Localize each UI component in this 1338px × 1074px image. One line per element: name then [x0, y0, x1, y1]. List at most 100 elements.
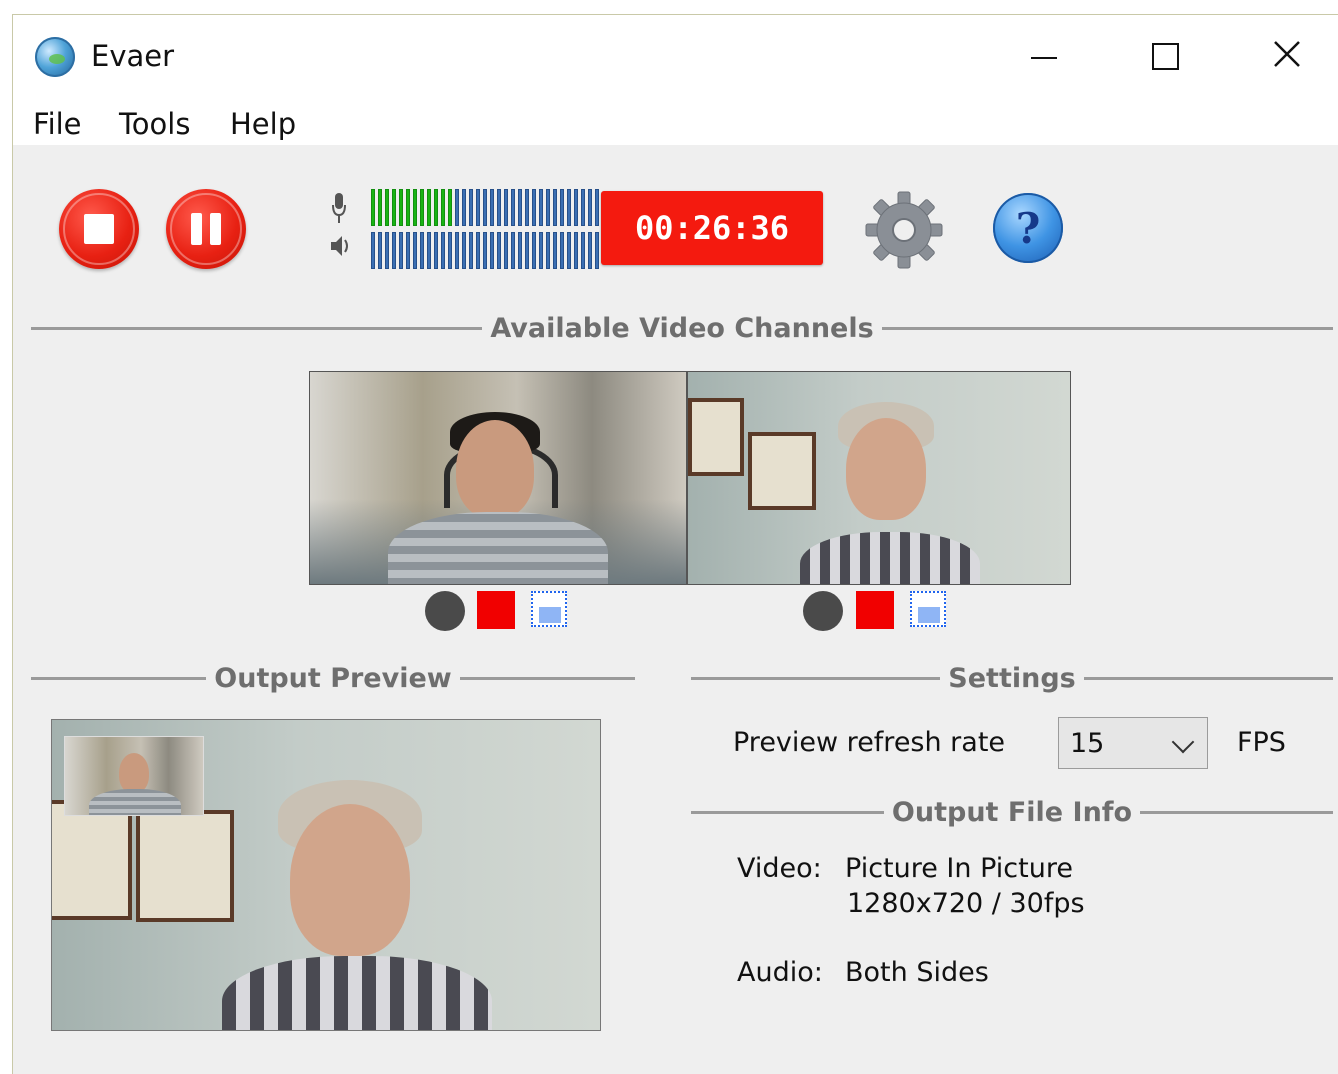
microphone-icon: [332, 193, 346, 223]
meter-segment: [385, 232, 389, 269]
minimize-icon[interactable]: [1013, 31, 1073, 81]
meter-segment: [483, 189, 487, 226]
microphone-level-meter: [371, 189, 599, 226]
meter-segment: [581, 232, 585, 269]
meter-segment: [595, 232, 599, 269]
meter-segment: [371, 189, 375, 226]
video-label: Video:: [737, 853, 822, 884]
meter-segment: [469, 232, 473, 269]
meter-segment: [567, 232, 571, 269]
section-output-preview: Output Preview: [31, 663, 635, 694]
meter-segment: [532, 189, 536, 226]
meter-segment: [518, 189, 522, 226]
meter-segment: [448, 189, 452, 226]
meter-segment: [511, 189, 515, 226]
meter-segment: [413, 232, 417, 269]
close-icon[interactable]: [1257, 31, 1317, 81]
meter-segment: [427, 232, 431, 269]
pause-recording-button[interactable]: [166, 189, 246, 269]
meter-segment: [546, 232, 550, 269]
section-available-video-channels: Available Video Channels: [31, 313, 1334, 344]
meter-segment: [574, 189, 578, 226]
meter-segment: [539, 232, 543, 269]
meter-segment: [420, 189, 424, 226]
meter-segment: [441, 232, 445, 269]
main-content: 00:26:36 ? Available Video Channels Outp…: [13, 145, 1338, 1074]
help-icon[interactable]: ?: [993, 193, 1063, 263]
meter-segment: [462, 189, 466, 226]
maximize-icon[interactable]: [1135, 31, 1195, 81]
meter-segment: [504, 189, 508, 226]
meter-segment: [476, 189, 480, 226]
meter-segment: [448, 232, 452, 269]
meter-segment: [532, 232, 536, 269]
meter-segment: [378, 232, 382, 269]
channel-2-record-toggle[interactable]: [803, 591, 843, 631]
channel-1-stop-button[interactable]: [477, 591, 515, 629]
meter-segment: [455, 232, 459, 269]
meter-segment: [427, 189, 431, 226]
app-window: Evaer File Tools Help 00:26:36 ? Availab…: [12, 14, 1338, 1074]
meter-segment: [434, 189, 438, 226]
meter-segment: [581, 189, 585, 226]
meter-segment: [511, 232, 515, 269]
recording-timer: 00:26:36: [601, 191, 823, 265]
meter-segment: [434, 232, 438, 269]
meter-segment: [469, 189, 473, 226]
meter-segment: [490, 189, 494, 226]
output-preview-video: [51, 719, 601, 1031]
meter-segment: [525, 189, 529, 226]
picture-in-picture-inset: [64, 736, 204, 816]
stop-recording-button[interactable]: [59, 189, 139, 269]
meter-segment: [483, 232, 487, 269]
meter-segment: [490, 232, 494, 269]
meter-segment: [553, 232, 557, 269]
channel-2-pip-icon[interactable]: [910, 591, 946, 627]
chevron-down-icon: [1171, 730, 1195, 754]
meter-segment: [588, 189, 592, 226]
menu-file[interactable]: File: [33, 107, 82, 141]
meter-segment: [392, 232, 396, 269]
video-channel-1[interactable]: [309, 371, 687, 585]
meter-segment: [539, 189, 543, 226]
window-title: Evaer: [91, 39, 175, 73]
channel-2-stop-button[interactable]: [856, 591, 894, 629]
audio-value: Both Sides: [845, 957, 989, 988]
meter-segment: [567, 189, 571, 226]
channel-1-record-toggle[interactable]: [425, 591, 465, 631]
meter-segment: [399, 189, 403, 226]
refresh-rate-label: Preview refresh rate: [733, 727, 1006, 758]
meter-segment: [588, 232, 592, 269]
menu-bar: File Tools Help: [13, 99, 1338, 145]
meter-segment: [371, 232, 375, 269]
audio-label: Audio:: [737, 957, 823, 988]
meter-segment: [476, 232, 480, 269]
speaker-icon: [331, 236, 348, 256]
meter-segment: [504, 232, 508, 269]
meter-segment: [413, 189, 417, 226]
meter-segment: [406, 232, 410, 269]
menu-help[interactable]: Help: [230, 107, 296, 141]
video-channel-2[interactable]: [687, 371, 1071, 585]
video-value: Picture In Picture: [845, 853, 1073, 884]
section-title: Output File Info: [891, 797, 1133, 828]
meter-segment: [392, 189, 396, 226]
meter-segment: [497, 189, 501, 226]
meter-segment: [553, 189, 557, 226]
meter-segment: [595, 189, 599, 226]
video-detail: 1280x720 / 30fps: [847, 888, 1085, 919]
meter-segment: [406, 189, 410, 226]
refresh-rate-select[interactable]: 15: [1058, 717, 1208, 769]
refresh-rate-value: 15: [1070, 728, 1105, 759]
section-output-file-info: Output File Info: [691, 797, 1334, 828]
title-bar: Evaer: [13, 15, 1338, 99]
section-title: Settings: [948, 663, 1076, 694]
meter-segment: [462, 232, 466, 269]
gear-icon[interactable]: [865, 191, 943, 269]
meter-segment: [518, 232, 522, 269]
menu-tools[interactable]: Tools: [119, 107, 190, 141]
channel-1-pip-icon[interactable]: [531, 591, 567, 627]
section-title: Available Video Channels: [490, 313, 874, 344]
meter-segment: [399, 232, 403, 269]
meter-segment: [455, 189, 459, 226]
